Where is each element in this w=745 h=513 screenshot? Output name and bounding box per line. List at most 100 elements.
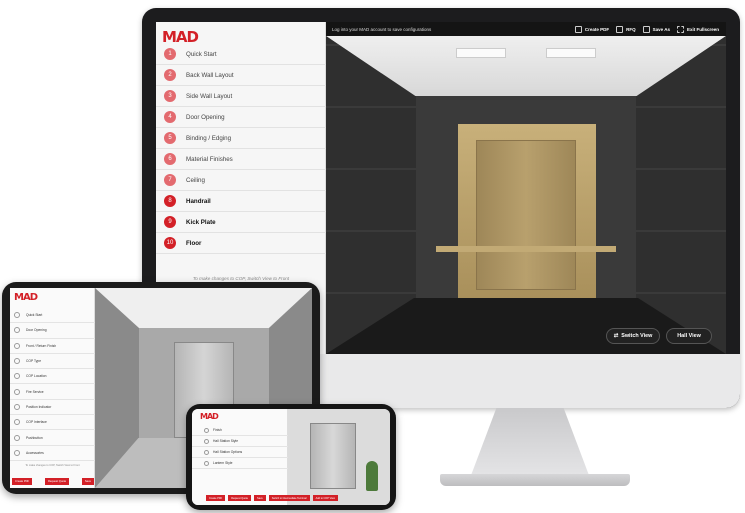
rfq-icon bbox=[616, 25, 624, 33]
save-icon bbox=[642, 25, 650, 33]
phone-step-item[interactable]: Lantern Style bbox=[192, 458, 288, 469]
elevator-3d-view[interactable]: ⇄ Switch View Hall View bbox=[326, 36, 726, 354]
step-label: COP Type bbox=[26, 359, 42, 364]
handrail bbox=[436, 246, 616, 252]
monitor-stand bbox=[470, 408, 590, 478]
step-label: Position Indicator bbox=[26, 404, 52, 409]
cop-switch-note: To make changes to COP, Switch View to F… bbox=[192, 276, 290, 281]
step-dot-icon bbox=[14, 388, 20, 395]
mad-logo[interactable]: MAD bbox=[200, 412, 219, 421]
product-showcase: MAD 1 Quick Start 2 Back Wall Layout 3 Side… bbox=[0, 0, 745, 513]
hall-view-label: Hall View bbox=[677, 333, 701, 339]
step-label: Side Wall Layout bbox=[186, 92, 233, 100]
step-label: Door Opening bbox=[186, 113, 225, 121]
save-button[interactable]: Save bbox=[81, 478, 94, 485]
switch-terminal-button[interactable]: Switch to Intermediate Terminal bbox=[268, 495, 310, 501]
step-label: Lantern Style bbox=[213, 461, 233, 465]
step-label: Accessories bbox=[26, 450, 44, 455]
tablet-step-item[interactable]: Accessories bbox=[10, 446, 95, 461]
step-floor[interactable]: 10 Floor bbox=[156, 233, 326, 254]
step-number: 9 bbox=[164, 216, 176, 228]
step-dot-icon bbox=[14, 327, 20, 334]
tablet-step-item[interactable]: Pushbutton bbox=[10, 430, 95, 446]
step-dot-icon bbox=[14, 403, 20, 410]
step-label: Handrail bbox=[186, 197, 211, 205]
step-dot-icon bbox=[14, 449, 20, 456]
step-handrail[interactable]: 8 Handrail bbox=[156, 191, 326, 212]
step-dot-icon bbox=[14, 419, 20, 426]
phone-sidebar: MAD Finish Hall Station Style Hall Stati… bbox=[192, 409, 288, 505]
step-label: Floor bbox=[186, 239, 202, 247]
step-binding-edging[interactable]: 5 Binding / Edging bbox=[156, 128, 326, 149]
step-quick-start[interactable]: 1 Quick Start bbox=[156, 44, 326, 65]
exit-fullscreen-button[interactable]: Exit Fullscreen bbox=[676, 25, 719, 33]
step-label: Door Opening bbox=[26, 328, 47, 333]
mad-logo[interactable]: MAD bbox=[14, 292, 38, 303]
step-back-wall-layout[interactable]: 2 Back Wall Layout bbox=[156, 65, 326, 86]
step-dot-icon bbox=[204, 449, 209, 455]
phone-hall-view[interactable] bbox=[288, 409, 390, 505]
switch-view-label: Switch View bbox=[621, 333, 653, 339]
create-pdf-button[interactable]: Create PDF bbox=[12, 478, 33, 485]
step-label: Hall Station Style bbox=[213, 439, 239, 443]
tablet-step-item[interactable]: COP Type bbox=[10, 354, 95, 370]
create-pdf-button[interactable]: Create PDF bbox=[206, 495, 226, 501]
elevator-door-reflection bbox=[476, 140, 576, 290]
step-ceiling[interactable]: 7 Ceiling bbox=[156, 170, 326, 191]
step-dot-icon bbox=[204, 438, 209, 444]
step-number: 6 bbox=[164, 153, 176, 165]
save-button[interactable]: Save bbox=[254, 495, 266, 501]
create-pdf-button[interactable]: Create PDF bbox=[574, 25, 609, 33]
rfq-button[interactable]: RFQ bbox=[616, 25, 636, 33]
step-label: COP Interface bbox=[26, 420, 47, 425]
step-number: 8 bbox=[164, 195, 176, 207]
step-label: Quick Start bbox=[186, 50, 217, 58]
step-material-finishes[interactable]: 6 Material Finishes bbox=[156, 149, 326, 170]
step-number: 1 bbox=[164, 48, 176, 60]
phone-step-item[interactable]: Hall Station Options bbox=[192, 447, 288, 458]
save-as-button[interactable]: Save As bbox=[642, 25, 670, 33]
phone-step-item[interactable]: Hall Station Style bbox=[192, 436, 288, 447]
tablet-step-item[interactable]: COP Location bbox=[10, 369, 95, 385]
pdf-icon bbox=[574, 25, 582, 33]
phone-step-item[interactable]: Finish bbox=[192, 425, 288, 436]
elevator-door bbox=[310, 423, 356, 489]
tablet-step-menu: Quick Start Door Opening Front / Return … bbox=[10, 308, 95, 461]
step-label: Pushbutton bbox=[26, 435, 43, 440]
step-dot-icon bbox=[14, 373, 20, 380]
step-label: Fire Service bbox=[26, 389, 44, 394]
tablet-step-item[interactable]: Position Indicator bbox=[10, 400, 95, 416]
monitor-base bbox=[440, 474, 630, 486]
step-door-opening[interactable]: 4 Door Opening bbox=[156, 107, 326, 128]
step-number: 10 bbox=[164, 237, 176, 249]
step-label: Quick Start bbox=[26, 313, 43, 318]
step-number: 2 bbox=[164, 69, 176, 81]
step-label: Finish bbox=[213, 428, 222, 432]
step-kick-plate[interactable]: 9 Kick Plate bbox=[156, 212, 326, 233]
back-wall bbox=[416, 96, 636, 316]
step-dot-icon bbox=[14, 342, 20, 349]
hall-view-button[interactable]: Hall View bbox=[666, 328, 712, 344]
step-number: 4 bbox=[164, 111, 176, 123]
step-label: Back Wall Layout bbox=[186, 71, 234, 79]
tablet-action-buttons: Create PDF Request Quote Save bbox=[12, 478, 94, 485]
tablet-step-item[interactable]: Door Opening bbox=[10, 323, 95, 339]
tablet-step-item[interactable]: Fire Service bbox=[10, 384, 95, 400]
add-cop-view-button[interactable]: Add to COP View bbox=[312, 495, 338, 501]
tablet-step-item[interactable]: Front / Return Finish bbox=[10, 339, 95, 354]
switch-view-button[interactable]: ⇄ Switch View bbox=[606, 328, 660, 344]
tablet-step-item[interactable]: COP Interface bbox=[10, 415, 95, 431]
step-number: 3 bbox=[164, 90, 176, 102]
step-dot-icon bbox=[14, 312, 20, 319]
login-prompt-link[interactable]: Log into your MAD account to save config… bbox=[332, 27, 575, 32]
step-dot-icon bbox=[14, 358, 20, 365]
tablet-sidebar: MAD Quick Start Door Opening Front / Ret… bbox=[10, 288, 95, 488]
exit-fullscreen-label: Exit Fullscreen bbox=[686, 26, 719, 32]
request-quote-button[interactable]: Request Quote bbox=[228, 495, 252, 501]
step-side-wall-layout[interactable]: 3 Side Wall Layout bbox=[156, 86, 326, 107]
tablet-step-item[interactable]: Quick Start bbox=[10, 308, 95, 324]
save-as-label: Save As bbox=[652, 26, 670, 32]
request-quote-button[interactable]: Request Quote bbox=[44, 478, 70, 485]
desktop-step-menu: 1 Quick Start 2 Back Wall Layout 3 Side Wal… bbox=[156, 44, 326, 254]
step-label: Binding / Edging bbox=[186, 134, 232, 142]
